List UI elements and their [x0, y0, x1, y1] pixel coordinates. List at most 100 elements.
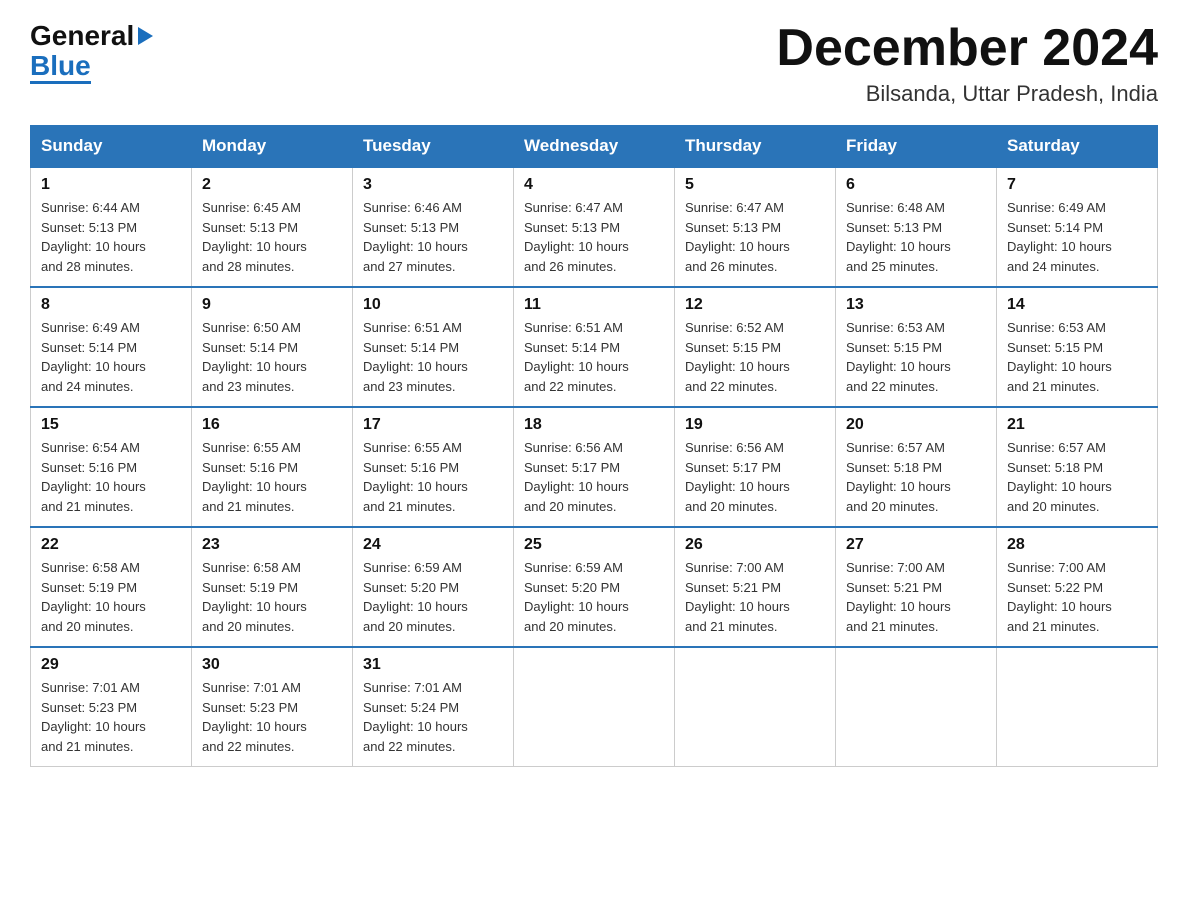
day-number: 11 — [524, 296, 664, 314]
day-number: 26 — [685, 536, 825, 554]
week-row-5: 29 Sunrise: 7:01 AMSunset: 5:23 PMDayligh… — [31, 647, 1158, 767]
day-info: Sunrise: 7:00 AMSunset: 5:22 PMDaylight:… — [1007, 558, 1147, 636]
day-number: 28 — [1007, 536, 1147, 554]
day-number: 30 — [202, 656, 342, 674]
week-row-4: 22Sunrise: 6:58 AMSunset: 5:19 PMDayligh… — [31, 527, 1158, 647]
day-info: Sunrise: 6:54 AMSunset: 5:16 PMDaylight:… — [41, 438, 181, 516]
day-info: Sunrise: 6:44 AMSunset: 5:13 PMDaylight:… — [41, 198, 181, 276]
day-number: 14 — [1007, 296, 1147, 314]
day-number: 2 — [202, 176, 342, 194]
col-tuesday: Tuesday — [353, 126, 514, 168]
day-info: Sunrise: 6:58 AMSunset: 5:19 PMDaylight:… — [41, 558, 181, 636]
day-number: 25 — [524, 536, 664, 554]
day-info: Sunrise: 6:51 AMSunset: 5:14 PMDaylight:… — [363, 318, 503, 396]
day-info: Sunrise: 6:50 AMSunset: 5:14 PMDaylight:… — [202, 318, 342, 396]
day-info: Sunrise: 6:59 AMSunset: 5:20 PMDaylight:… — [363, 558, 503, 636]
logo-triangle-icon — [138, 27, 153, 45]
calendar-cell: 27Sunrise: 7:00 AMSunset: 5:21 PMDayligh… — [836, 527, 997, 647]
calendar-cell: 14 Sunrise: 6:53 AMSunset: 5:15 PMDayligh… — [997, 287, 1158, 407]
day-info: Sunrise: 6:48 AMSunset: 5:13 PMDaylight:… — [846, 198, 986, 276]
day-info: Sunrise: 6:49 AMSunset: 5:14 PMDaylight:… — [41, 318, 181, 396]
day-number: 13 — [846, 296, 986, 314]
day-number: 12 — [685, 296, 825, 314]
week-row-1: 1Sunrise: 6:44 AMSunset: 5:13 PMDaylight… — [31, 167, 1158, 287]
col-friday: Friday — [836, 126, 997, 168]
day-info: Sunrise: 6:55 AMSunset: 5:16 PMDaylight:… — [363, 438, 503, 516]
calendar-cell: 20Sunrise: 6:57 AMSunset: 5:18 PMDayligh… — [836, 407, 997, 527]
calendar-cell — [997, 647, 1158, 767]
day-info: Sunrise: 6:45 AMSunset: 5:13 PMDaylight:… — [202, 198, 342, 276]
calendar-cell: 13Sunrise: 6:53 AMSunset: 5:15 PMDayligh… — [836, 287, 997, 407]
day-number: 29 — [41, 656, 181, 674]
calendar-cell: 19 Sunrise: 6:56 AMSunset: 5:17 PMDayligh… — [675, 407, 836, 527]
calendar-cell: 1Sunrise: 6:44 AMSunset: 5:13 PMDaylight… — [31, 167, 192, 287]
calendar-cell: 9 Sunrise: 6:50 AMSunset: 5:14 PMDaylight… — [192, 287, 353, 407]
day-info: Sunrise: 6:57 AMSunset: 5:18 PMDaylight:… — [1007, 438, 1147, 516]
day-info: Sunrise: 7:01 AMSunset: 5:23 PMDaylight:… — [202, 678, 342, 756]
day-number: 8 — [41, 296, 181, 314]
col-thursday: Thursday — [675, 126, 836, 168]
day-info: Sunrise: 6:52 AMSunset: 5:15 PMDaylight:… — [685, 318, 825, 396]
calendar-cell: 3Sunrise: 6:46 AMSunset: 5:13 PMDaylight… — [353, 167, 514, 287]
day-number: 17 — [363, 416, 503, 434]
day-info: Sunrise: 7:01 AMSunset: 5:24 PMDaylight:… — [363, 678, 503, 756]
day-info: Sunrise: 7:00 AMSunset: 5:21 PMDaylight:… — [685, 558, 825, 636]
day-info: Sunrise: 6:56 AMSunset: 5:17 PMDaylight:… — [524, 438, 664, 516]
day-info: Sunrise: 6:47 AMSunset: 5:13 PMDaylight:… — [685, 198, 825, 276]
calendar-cell: 7Sunrise: 6:49 AMSunset: 5:14 PMDaylight… — [997, 167, 1158, 287]
day-number: 4 — [524, 176, 664, 194]
day-number: 21 — [1007, 416, 1147, 434]
logo: General Blue — [30, 20, 153, 84]
calendar-cell: 5 Sunrise: 6:47 AMSunset: 5:13 PMDaylight… — [675, 167, 836, 287]
week-row-3: 15 Sunrise: 6:54 AMSunset: 5:16 PMDayligh… — [31, 407, 1158, 527]
calendar-cell: 30 Sunrise: 7:01 AMSunset: 5:23 PMDayligh… — [192, 647, 353, 767]
calendar-cell: 12 Sunrise: 6:52 AMSunset: 5:15 PMDayligh… — [675, 287, 836, 407]
day-info: Sunrise: 6:55 AMSunset: 5:16 PMDaylight:… — [202, 438, 342, 516]
week-row-2: 8 Sunrise: 6:49 AMSunset: 5:14 PMDaylight… — [31, 287, 1158, 407]
day-info: Sunrise: 6:56 AMSunset: 5:17 PMDaylight:… — [685, 438, 825, 516]
calendar-cell: 29 Sunrise: 7:01 AMSunset: 5:23 PMDayligh… — [31, 647, 192, 767]
calendar-cell: 25Sunrise: 6:59 AMSunset: 5:20 PMDayligh… — [514, 527, 675, 647]
calendar-title: December 2024 — [776, 20, 1158, 77]
day-number: 18 — [524, 416, 664, 434]
day-info: Sunrise: 6:53 AMSunset: 5:15 PMDaylight:… — [1007, 318, 1147, 396]
calendar-cell — [836, 647, 997, 767]
calendar-cell: 16Sunrise: 6:55 AMSunset: 5:16 PMDayligh… — [192, 407, 353, 527]
calendar-cell: 15 Sunrise: 6:54 AMSunset: 5:16 PMDayligh… — [31, 407, 192, 527]
calendar-cell: 24 Sunrise: 6:59 AMSunset: 5:20 PMDayligh… — [353, 527, 514, 647]
calendar-cell: 28 Sunrise: 7:00 AMSunset: 5:22 PMDayligh… — [997, 527, 1158, 647]
calendar-cell: 31 Sunrise: 7:01 AMSunset: 5:24 PMDayligh… — [353, 647, 514, 767]
logo-line1: General — [30, 20, 153, 52]
page-header: General Blue December 2024 Bilsanda, Utt… — [30, 20, 1158, 107]
day-info: Sunrise: 6:58 AMSunset: 5:19 PMDaylight:… — [202, 558, 342, 636]
day-info: Sunrise: 6:49 AMSunset: 5:14 PMDaylight:… — [1007, 198, 1147, 276]
logo-blue-text: Blue — [30, 52, 153, 84]
calendar-cell — [514, 647, 675, 767]
day-info: Sunrise: 6:47 AMSunset: 5:13 PMDaylight:… — [524, 198, 664, 276]
day-info: Sunrise: 7:01 AMSunset: 5:23 PMDaylight:… — [41, 678, 181, 756]
col-wednesday: Wednesday — [514, 126, 675, 168]
day-number: 15 — [41, 416, 181, 434]
day-info: Sunrise: 6:51 AMSunset: 5:14 PMDaylight:… — [524, 318, 664, 396]
calendar-cell: 10Sunrise: 6:51 AMSunset: 5:14 PMDayligh… — [353, 287, 514, 407]
day-info: Sunrise: 6:46 AMSunset: 5:13 PMDaylight:… — [363, 198, 503, 276]
calendar-cell: 11 Sunrise: 6:51 AMSunset: 5:14 PMDayligh… — [514, 287, 675, 407]
day-number: 19 — [685, 416, 825, 434]
calendar-subtitle: Bilsanda, Uttar Pradesh, India — [776, 81, 1158, 107]
day-number: 27 — [846, 536, 986, 554]
day-number: 5 — [685, 176, 825, 194]
calendar-table: Sunday Monday Tuesday Wednesday Thursday… — [30, 125, 1158, 767]
calendar-cell: 18 Sunrise: 6:56 AMSunset: 5:17 PMDayligh… — [514, 407, 675, 527]
day-number: 31 — [363, 656, 503, 674]
calendar-cell: 26 Sunrise: 7:00 AMSunset: 5:21 PMDayligh… — [675, 527, 836, 647]
calendar-cell: 23Sunrise: 6:58 AMSunset: 5:19 PMDayligh… — [192, 527, 353, 647]
calendar-cell: 2 Sunrise: 6:45 AMSunset: 5:13 PMDaylight… — [192, 167, 353, 287]
col-saturday: Saturday — [997, 126, 1158, 168]
calendar-cell: 22Sunrise: 6:58 AMSunset: 5:19 PMDayligh… — [31, 527, 192, 647]
title-block: December 2024 Bilsanda, Uttar Pradesh, I… — [776, 20, 1158, 107]
day-number: 6 — [846, 176, 986, 194]
day-info: Sunrise: 6:57 AMSunset: 5:18 PMDaylight:… — [846, 438, 986, 516]
day-number: 9 — [202, 296, 342, 314]
day-number: 24 — [363, 536, 503, 554]
calendar-cell: 8 Sunrise: 6:49 AMSunset: 5:14 PMDaylight… — [31, 287, 192, 407]
